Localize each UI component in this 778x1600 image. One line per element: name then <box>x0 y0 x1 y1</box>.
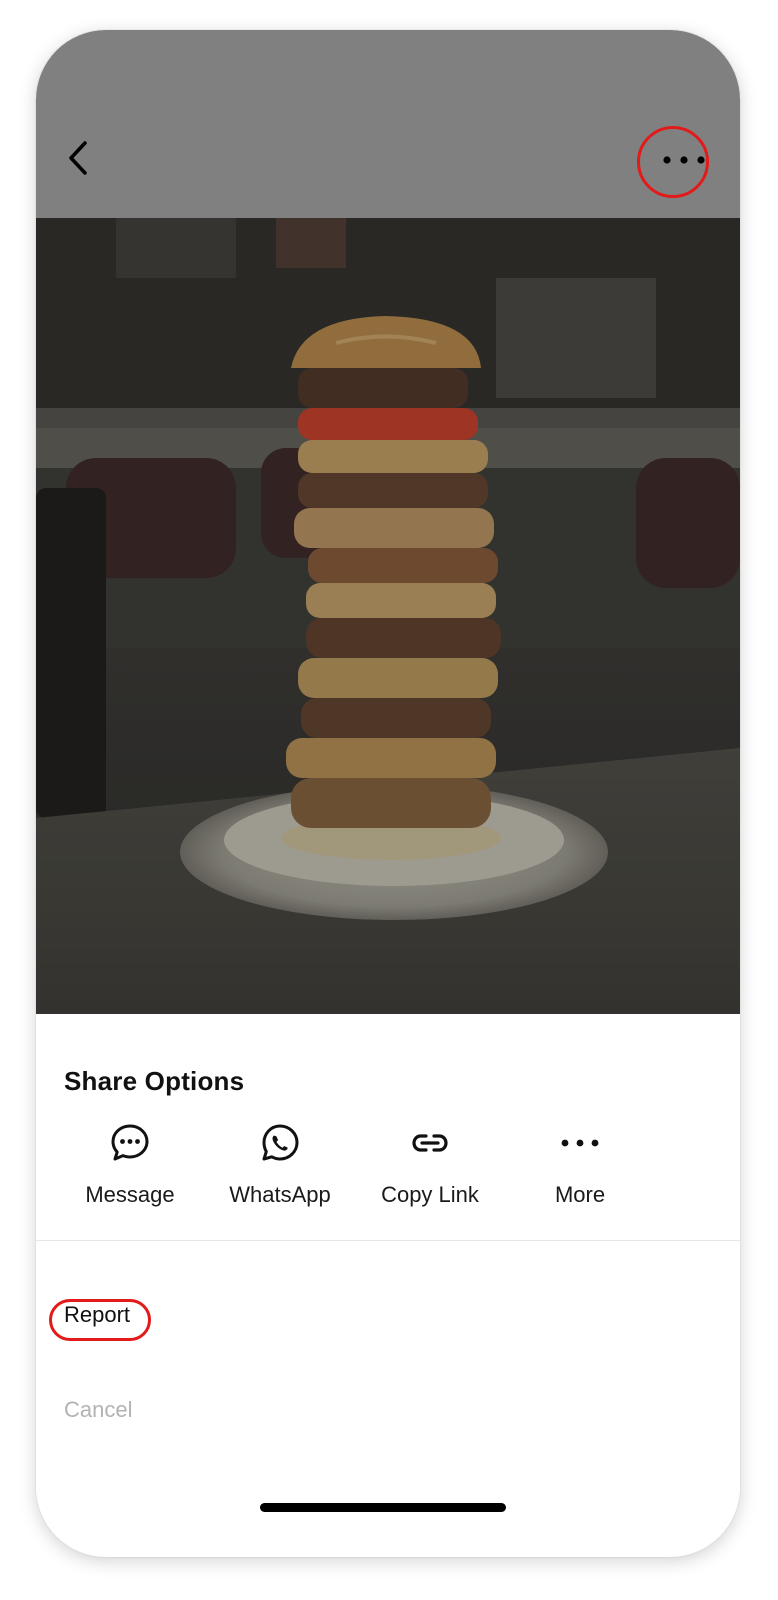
more-horizontal-icon <box>557 1120 603 1166</box>
share-sheet: Share Options Message WhatsApp Copy Link… <box>36 1014 740 1557</box>
report-button[interactable]: Report <box>64 1302 130 1328</box>
share-option-copy-link[interactable]: Copy Link <box>355 1112 505 1222</box>
more-horizontal-icon <box>661 153 707 171</box>
whatsapp-icon <box>257 1120 303 1166</box>
share-option-label: More <box>554 1182 606 1207</box>
share-options-row: Message WhatsApp Copy Link More <box>36 1112 740 1222</box>
back-button[interactable] <box>54 136 102 184</box>
chevron-left-icon <box>63 138 93 183</box>
share-option-message[interactable]: Message <box>55 1112 205 1222</box>
cancel-button[interactable]: Cancel <box>64 1397 132 1423</box>
more-options-button[interactable] <box>652 130 716 194</box>
link-icon <box>407 1120 453 1166</box>
top-bar-dimmed <box>36 30 740 218</box>
burger-photo <box>36 218 740 1014</box>
home-indicator <box>260 1503 506 1512</box>
message-bubble-icon <box>107 1120 153 1166</box>
phone-frame: Share Options Message WhatsApp Copy Link… <box>36 30 740 1557</box>
share-option-label: WhatsApp <box>229 1182 331 1207</box>
share-option-label: Copy Link <box>381 1182 479 1207</box>
share-option-more[interactable]: More <box>505 1112 655 1222</box>
sheet-title: Share Options <box>64 1066 245 1096</box>
share-option-label: Message <box>85 1182 175 1207</box>
divider <box>36 1240 740 1241</box>
share-option-whatsapp[interactable]: WhatsApp <box>205 1112 355 1222</box>
